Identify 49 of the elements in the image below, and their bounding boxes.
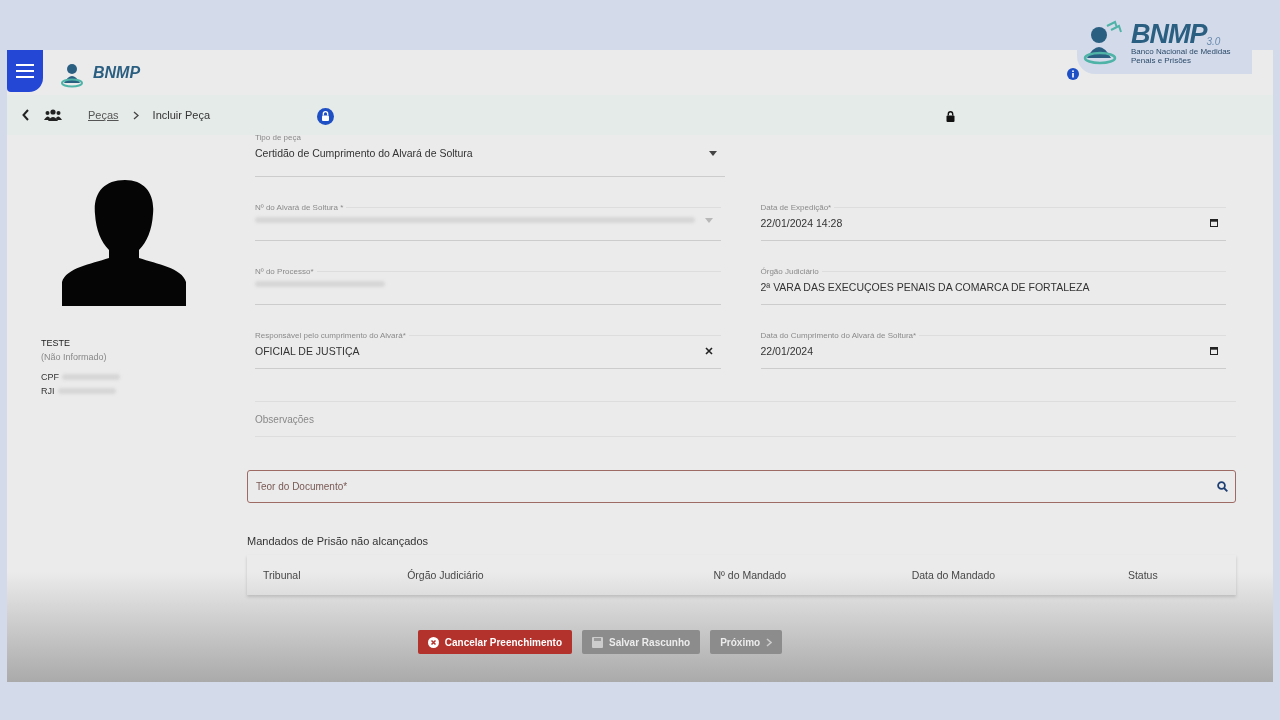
field-label: Nº do Alvará de Soltura * xyxy=(255,203,347,212)
logo-text: BNMP xyxy=(1131,21,1207,47)
field-label: Data do Cumprimento do Alvará de Soltura* xyxy=(760,331,920,340)
observations-field[interactable]: Observações xyxy=(255,401,1236,437)
field-label: Órgão Judiciário xyxy=(760,267,822,276)
chevron-icon xyxy=(766,637,773,647)
field-value: 22/01/2024 xyxy=(760,345,814,357)
column-header: Status xyxy=(1127,569,1159,581)
close-icon[interactable] xyxy=(704,347,713,355)
chevron-icon xyxy=(132,110,139,120)
field-label: Responsável pelo cumprimento do Alvará* xyxy=(255,331,409,340)
field-value: OFICIAL DE JUSTIÇA xyxy=(255,345,360,357)
back-icon[interactable] xyxy=(22,109,30,121)
id-label: CPF xyxy=(41,372,59,382)
field-value: 22/01/2024 14:28 xyxy=(760,217,843,229)
logo-text: BNMP xyxy=(93,63,141,82)
input-field[interactable]: Responsável pelo cumprimento do Alvará* OFICIAL DE JUSTIÇA xyxy=(255,335,721,369)
field-label: Data de Expedição* xyxy=(760,203,835,212)
menu-icon xyxy=(16,64,34,78)
column-header: Nº do Mandado xyxy=(713,569,788,581)
search-icon[interactable] xyxy=(1217,481,1228,492)
dropdown-caret-icon[interactable] xyxy=(709,150,717,156)
field-value: 2ª VARA DAS EXECUÇOES PENAIS DA COMARCA DE FORTALEZA xyxy=(760,281,1090,293)
breadcrumb-link[interactable]: Peças xyxy=(88,109,119,121)
column-header: Data do Mandado xyxy=(911,569,997,581)
info-icon[interactable] xyxy=(1067,68,1079,80)
person-name: TESTE xyxy=(41,338,71,348)
logo-version: 3.0 xyxy=(1206,36,1221,47)
lock-icon xyxy=(946,111,955,122)
section-title: Mandados de Prisão não alcançados xyxy=(247,535,429,547)
calendar-icon[interactable] xyxy=(1210,347,1218,355)
field-label: Tipo de peça xyxy=(255,133,304,142)
column-header: Órgão Judiciário xyxy=(407,569,485,581)
id-label: RJI xyxy=(41,386,55,396)
people-icon xyxy=(44,109,62,121)
breadcrumb-current: Incluir Peça xyxy=(152,109,211,121)
person-subtitle: (Não Informado) xyxy=(41,352,108,362)
column-header: Tribunal xyxy=(263,569,302,581)
field-value: Certidão de Cumprimento do Alvará de Soltura xyxy=(255,147,473,159)
field-label: Nº do Processo* xyxy=(255,267,317,276)
logo-subtitle: Banco Nacional de Medidas Penais e Prisões xyxy=(1131,47,1232,65)
menu-button[interactable] xyxy=(7,50,43,92)
cancel-button[interactable]: Cancelar Preenchimento xyxy=(417,630,573,654)
lock-icon[interactable] xyxy=(317,108,334,125)
document-search-field[interactable]: Teor do Documento* xyxy=(247,470,1236,503)
date-field[interactable]: Data do Cumprimento do Alvará de Soltura* 22/01/2024 xyxy=(760,335,1226,369)
calendar-icon[interactable] xyxy=(1210,219,1218,227)
cancel-circle-icon xyxy=(427,636,439,648)
date-field[interactable]: Data de Expedição* 22/01/2024 14:28 xyxy=(760,207,1226,241)
